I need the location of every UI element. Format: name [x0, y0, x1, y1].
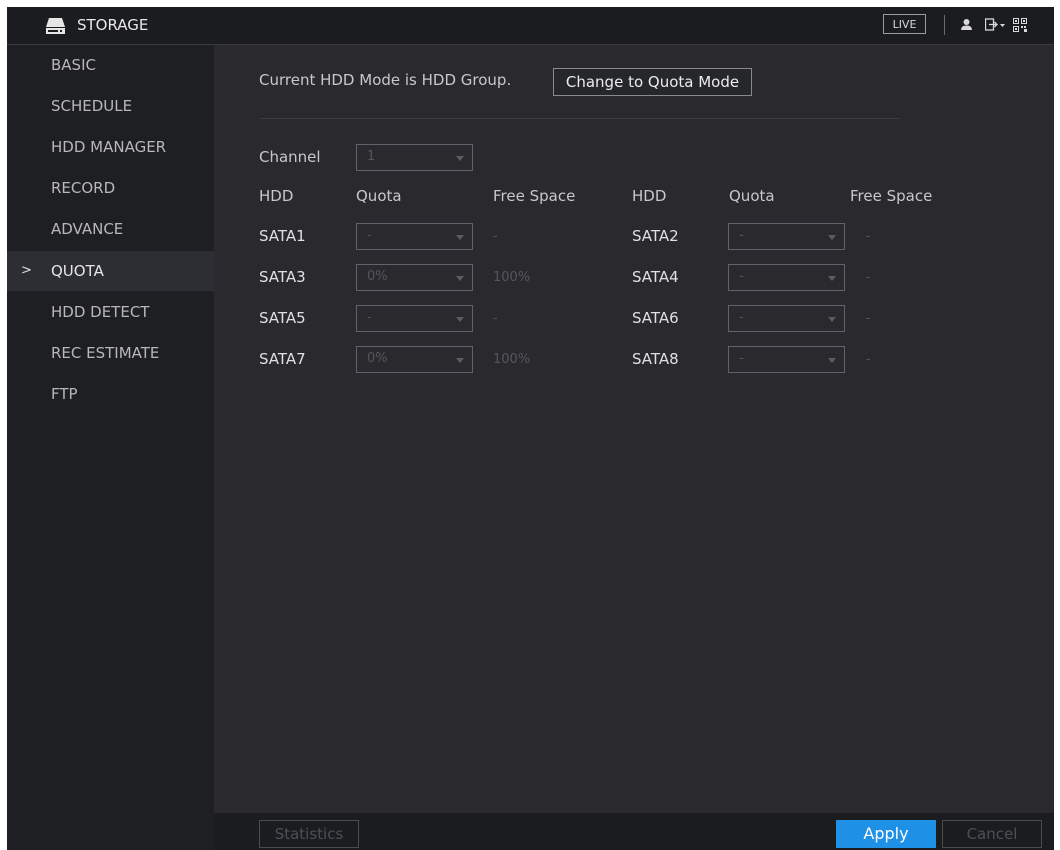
dropdown-arrow-icon — [456, 235, 464, 240]
column-header-free-space: Free Space — [850, 187, 933, 205]
sidebar-item-label: HDD MANAGER — [51, 138, 167, 156]
quota-value: - — [739, 310, 744, 325]
quota-select[interactable]: 0% — [356, 346, 473, 373]
sidebar-item-label: FTP — [51, 385, 78, 403]
storage-window: STORAGE LIVE BASIC SCHEDULE HDD MANAGER … — [7, 7, 1054, 850]
sidebar-item-advance[interactable]: ADVANCE — [7, 209, 214, 249]
column-header-hdd: HDD — [259, 187, 294, 205]
sidebar-item-rec-estimate[interactable]: REC ESTIMATE — [7, 333, 214, 373]
hdd-name: SATA5 — [259, 309, 306, 327]
hdd-name: SATA1 — [259, 227, 306, 245]
qr-code-icon[interactable] — [1013, 18, 1027, 32]
quota-select[interactable]: - — [728, 305, 845, 332]
hdd-name: SATA7 — [259, 350, 306, 368]
cancel-button[interactable]: Cancel — [942, 820, 1042, 848]
quota-value: - — [367, 228, 372, 243]
dropdown-arrow-icon — [456, 276, 464, 281]
sidebar-item-basic[interactable]: BASIC — [7, 45, 214, 85]
quota-value: - — [739, 351, 744, 366]
dropdown-arrow-icon — [456, 358, 464, 363]
sidebar-item-ftp[interactable]: FTP — [7, 374, 214, 414]
quota-select[interactable]: - — [728, 223, 845, 250]
sidebar-item-label: REC ESTIMATE — [51, 344, 160, 362]
hdd-name: SATA8 — [632, 350, 679, 368]
hdd-mode-text: Current HDD Mode is HDD Group. — [259, 71, 512, 89]
user-icon[interactable] — [960, 18, 973, 31]
sidebar-item-hdd-manager[interactable]: HDD MANAGER — [7, 127, 214, 167]
quota-select[interactable]: 0% — [356, 264, 473, 291]
sidebar-item-hdd-detect[interactable]: HDD DETECT — [7, 292, 214, 332]
footer-bar: Statistics Apply Cancel — [214, 813, 1054, 850]
dropdown-arrow-icon — [456, 156, 464, 161]
dropdown-arrow-icon — [828, 276, 836, 281]
free-space-value: 100% — [493, 270, 531, 285]
sidebar-item-record[interactable]: RECORD — [7, 168, 214, 208]
change-to-quota-mode-button[interactable]: Change to Quota Mode — [553, 68, 752, 96]
divider — [260, 118, 900, 119]
sidebar: BASIC SCHEDULE HDD MANAGER RECORD ADVANC… — [7, 45, 214, 850]
quota-value: - — [739, 228, 744, 243]
sidebar-item-label: BASIC — [51, 56, 96, 74]
quota-select[interactable]: - — [356, 223, 473, 250]
hdd-name: SATA3 — [259, 268, 306, 286]
quota-value: 0% — [367, 351, 388, 366]
sidebar-item-label: RECORD — [51, 179, 116, 197]
quota-value: - — [367, 310, 372, 325]
dropdown-arrow-icon — [456, 317, 464, 322]
free-space-value: - — [866, 311, 871, 326]
column-header-free-space: Free Space — [493, 187, 576, 205]
hdd-name: SATA2 — [632, 227, 679, 245]
free-space-value: - — [866, 229, 871, 244]
dropdown-arrow-icon — [828, 358, 836, 363]
hdd-icon — [46, 18, 65, 34]
quota-select[interactable]: - — [728, 264, 845, 291]
chevron-right-icon: > — [21, 263, 32, 278]
column-header-quota: Quota — [729, 187, 775, 205]
channel-label: Channel — [259, 148, 321, 166]
channel-value: 1 — [367, 149, 376, 164]
apply-button[interactable]: Apply — [836, 820, 936, 848]
quota-panel: Current HDD Mode is HDD Group. Change to… — [214, 45, 1054, 850]
free-space-value: - — [493, 229, 498, 244]
sidebar-item-label: ADVANCE — [51, 220, 124, 238]
dropdown-arrow-icon — [828, 235, 836, 240]
free-space-value: - — [866, 352, 871, 367]
title-divider — [944, 15, 945, 35]
free-space-value: - — [493, 311, 498, 326]
sidebar-item-label: SCHEDULE — [51, 97, 133, 115]
quota-value: 0% — [367, 269, 388, 284]
free-space-value: - — [866, 270, 871, 285]
statistics-button[interactable]: Statistics — [259, 820, 359, 848]
live-button[interactable]: LIVE — [883, 14, 926, 34]
column-header-hdd: HDD — [632, 187, 667, 205]
sidebar-item-quota[interactable]: > QUOTA — [7, 251, 214, 291]
quota-value: - — [739, 269, 744, 284]
quota-select[interactable]: - — [728, 346, 845, 373]
logout-icon[interactable] — [985, 18, 1005, 31]
quota-select[interactable]: - — [356, 305, 473, 332]
hdd-name: SATA4 — [632, 268, 679, 286]
sidebar-item-label: HDD DETECT — [51, 303, 150, 321]
hdd-name: SATA6 — [632, 309, 679, 327]
channel-select[interactable]: 1 — [356, 144, 473, 171]
dropdown-arrow-icon — [828, 317, 836, 322]
page-title: STORAGE — [77, 16, 149, 34]
sidebar-item-label: QUOTA — [51, 262, 104, 280]
title-bar: STORAGE LIVE — [7, 7, 1054, 45]
sidebar-item-schedule[interactable]: SCHEDULE — [7, 86, 214, 126]
column-header-quota: Quota — [356, 187, 402, 205]
free-space-value: 100% — [493, 352, 531, 367]
